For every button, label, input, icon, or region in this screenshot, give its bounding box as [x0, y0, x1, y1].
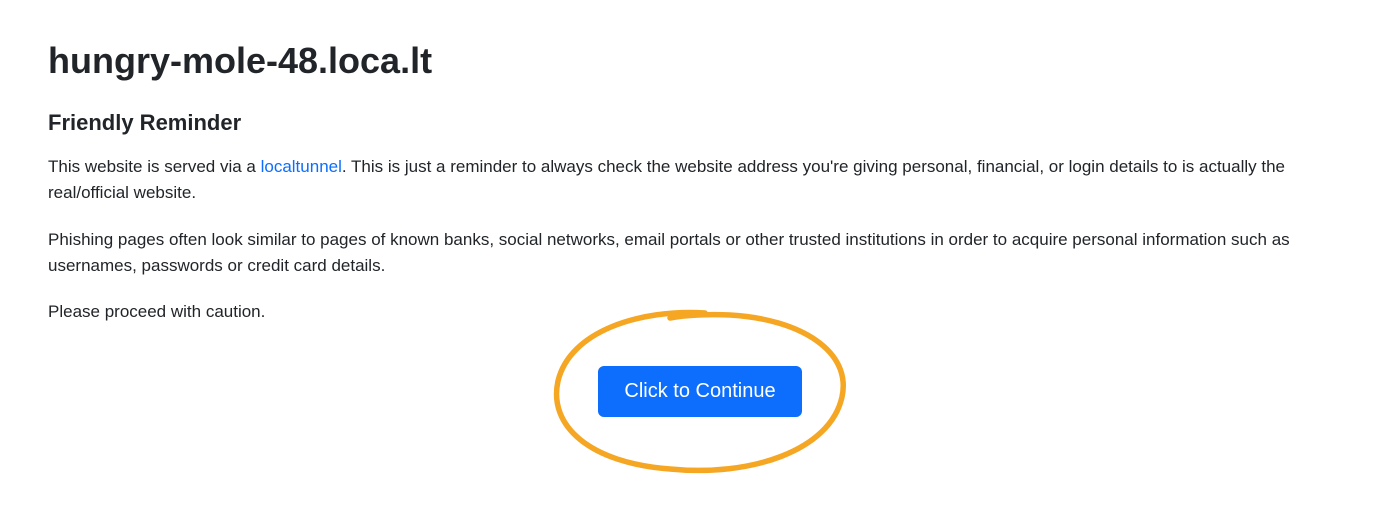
- button-area: Click to Continue: [48, 366, 1352, 417]
- caution-paragraph: Please proceed with caution.: [48, 299, 1352, 325]
- localtunnel-link[interactable]: localtunnel: [261, 157, 342, 176]
- intro-text-pre: This website is served via a: [48, 157, 261, 176]
- button-wrap: Click to Continue: [598, 366, 801, 417]
- reminder-heading: Friendly Reminder: [48, 110, 1352, 136]
- continue-button[interactable]: Click to Continue: [598, 366, 801, 417]
- page-title: hungry-mole-48.loca.lt: [48, 40, 1352, 82]
- intro-paragraph: This website is served via a localtunnel…: [48, 154, 1352, 207]
- phishing-paragraph: Phishing pages often look similar to pag…: [48, 227, 1352, 280]
